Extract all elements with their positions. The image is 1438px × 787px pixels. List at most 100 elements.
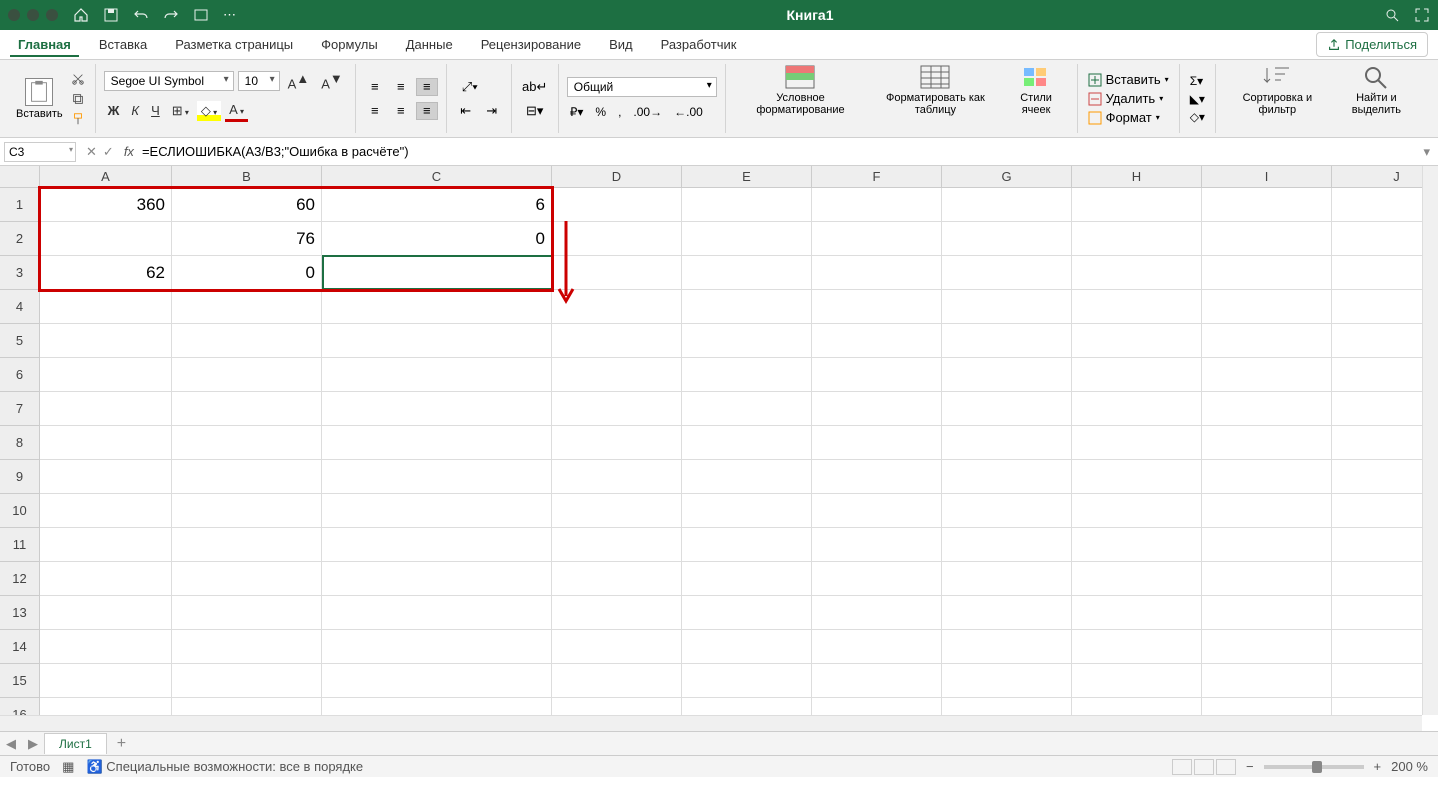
- row-header-8[interactable]: 8: [0, 426, 40, 460]
- cell-C1[interactable]: 6: [322, 188, 552, 222]
- expand-formula-icon[interactable]: ▾: [1415, 144, 1438, 160]
- spreadsheet-grid[interactable]: A B C D E F G H I J 1 2 3 4 5 6 7 8 9 10…: [0, 166, 1438, 731]
- border-button[interactable]: ⊞: [168, 101, 193, 121]
- format-cells-button[interactable]: Формат▾: [1086, 109, 1171, 126]
- col-header-F[interactable]: F: [812, 166, 942, 188]
- cell-A2[interactable]: [40, 222, 172, 256]
- fill-color-button[interactable]: ◇: [197, 101, 221, 121]
- bold-button[interactable]: Ж: [104, 101, 124, 120]
- conditional-formatting-button[interactable]: Условное форматирование: [734, 64, 868, 133]
- orientation-button[interactable]: ⤢▾: [455, 78, 485, 96]
- cell-F1[interactable]: [812, 188, 942, 222]
- format-painter-icon[interactable]: [69, 112, 87, 126]
- font-combo[interactable]: Segoe UI Symbol: [104, 71, 234, 91]
- number-format-combo[interactable]: Общий: [567, 77, 717, 97]
- row-header-5[interactable]: 5: [0, 324, 40, 358]
- delete-cells-button[interactable]: Удалить▾: [1086, 90, 1171, 107]
- zoom-in-button[interactable]: +: [1374, 759, 1382, 774]
- undo-icon[interactable]: [133, 7, 149, 23]
- macro-icon[interactable]: ▦: [62, 759, 74, 775]
- cell-A1[interactable]: 360: [40, 188, 172, 222]
- italic-button[interactable]: К: [127, 101, 143, 120]
- col-header-G[interactable]: G: [942, 166, 1072, 188]
- size-combo[interactable]: 10: [238, 71, 280, 91]
- decrease-font-icon[interactable]: A▼: [317, 69, 347, 93]
- row-header-1[interactable]: 1: [0, 188, 40, 222]
- col-header-D[interactable]: D: [552, 166, 682, 188]
- percent-button[interactable]: %: [592, 103, 609, 121]
- cell-B1[interactable]: 60: [172, 188, 322, 222]
- col-header-H[interactable]: H: [1072, 166, 1202, 188]
- row-header-11[interactable]: 11: [0, 528, 40, 562]
- row-header-12[interactable]: 12: [0, 562, 40, 596]
- cell-A3[interactable]: 62: [40, 256, 172, 290]
- row-header-10[interactable]: 10: [0, 494, 40, 528]
- search-icon[interactable]: [1384, 7, 1400, 23]
- decrease-decimal-icon[interactable]: ←.00: [671, 103, 706, 121]
- decrease-indent-icon[interactable]: ⇤: [455, 102, 477, 120]
- sheet-nav-prev[interactable]: ◀: [0, 736, 22, 752]
- increase-indent-icon[interactable]: ⇥: [481, 102, 503, 120]
- wrap-text-button[interactable]: ab↵: [520, 78, 550, 96]
- align-middle-icon[interactable]: ≡: [390, 78, 412, 96]
- align-center-icon[interactable]: ≡: [390, 102, 412, 120]
- row-header-3[interactable]: 3: [0, 256, 40, 290]
- tab-layout[interactable]: Разметка страницы: [167, 32, 301, 57]
- row-header-14[interactable]: 14: [0, 630, 40, 664]
- autosum-button[interactable]: Σ▾: [1188, 73, 1207, 89]
- cell-C2[interactable]: 0: [322, 222, 552, 256]
- align-right-icon[interactable]: ≡: [416, 102, 438, 120]
- insert-cells-button[interactable]: Вставить▾: [1086, 71, 1171, 88]
- zoom-out-button[interactable]: −: [1246, 759, 1254, 774]
- col-header-C[interactable]: C: [322, 166, 552, 188]
- tab-insert[interactable]: Вставка: [91, 32, 155, 57]
- cell-G1[interactable]: [942, 188, 1072, 222]
- clear-button[interactable]: ◇▾: [1188, 109, 1207, 125]
- align-bottom-icon[interactable]: ≡: [416, 78, 438, 96]
- sheet-tab[interactable]: Лист1: [44, 733, 107, 754]
- copy-icon[interactable]: [69, 92, 87, 106]
- sort-filter-button[interactable]: Сортировка и фильтр: [1224, 64, 1331, 133]
- tab-formulas[interactable]: Формулы: [313, 32, 386, 57]
- cell-E1[interactable]: [682, 188, 812, 222]
- row-header-15[interactable]: 15: [0, 664, 40, 698]
- horizontal-scrollbar[interactable]: [0, 715, 1422, 731]
- cut-icon[interactable]: [69, 72, 87, 86]
- fx-icon[interactable]: fx: [124, 144, 134, 159]
- cell-B2[interactable]: 76: [172, 222, 322, 256]
- col-header-A[interactable]: A: [40, 166, 172, 188]
- col-header-B[interactable]: B: [172, 166, 322, 188]
- tab-data[interactable]: Данные: [398, 32, 461, 57]
- cell-C3[interactable]: Ошибка в расчёте: [322, 256, 552, 290]
- row-header-7[interactable]: 7: [0, 392, 40, 426]
- window-controls[interactable]: [8, 9, 58, 21]
- tab-review[interactable]: Рецензирование: [473, 32, 589, 57]
- cell-H1[interactable]: [1072, 188, 1202, 222]
- redo-icon[interactable]: [163, 7, 179, 23]
- col-header-E[interactable]: E: [682, 166, 812, 188]
- align-top-icon[interactable]: ≡: [364, 78, 386, 96]
- find-select-button[interactable]: Найти и выделить: [1331, 64, 1422, 133]
- save-icon[interactable]: [103, 7, 119, 23]
- cancel-formula-icon[interactable]: ✕: [86, 144, 97, 160]
- page-layout-view-button[interactable]: [1194, 759, 1214, 775]
- accessibility-status[interactable]: ♿ Специальные возможности: все в порядке: [86, 759, 363, 775]
- accept-formula-icon[interactable]: ✓: [103, 144, 114, 160]
- add-sheet-button[interactable]: +: [107, 735, 136, 753]
- name-box[interactable]: C3: [4, 142, 76, 162]
- fill-button[interactable]: ◣▾: [1188, 91, 1207, 107]
- font-color-button[interactable]: A: [225, 100, 248, 122]
- zoom-value[interactable]: 200 %: [1391, 759, 1428, 774]
- cell-B3[interactable]: 0: [172, 256, 322, 290]
- cell-I1[interactable]: [1202, 188, 1332, 222]
- increase-font-icon[interactable]: A▲: [284, 69, 314, 93]
- format-as-table-button[interactable]: Форматировать как таблицу: [867, 64, 1003, 133]
- vertical-scrollbar[interactable]: [1422, 166, 1438, 715]
- cell-D1[interactable]: [552, 188, 682, 222]
- zoom-slider[interactable]: [1264, 765, 1364, 769]
- tab-developer[interactable]: Разработчик: [653, 32, 745, 57]
- more-icon[interactable]: ⋯: [223, 7, 236, 23]
- home-icon[interactable]: [73, 7, 89, 23]
- currency-button[interactable]: ₽▾: [567, 103, 587, 121]
- row-header-9[interactable]: 9: [0, 460, 40, 494]
